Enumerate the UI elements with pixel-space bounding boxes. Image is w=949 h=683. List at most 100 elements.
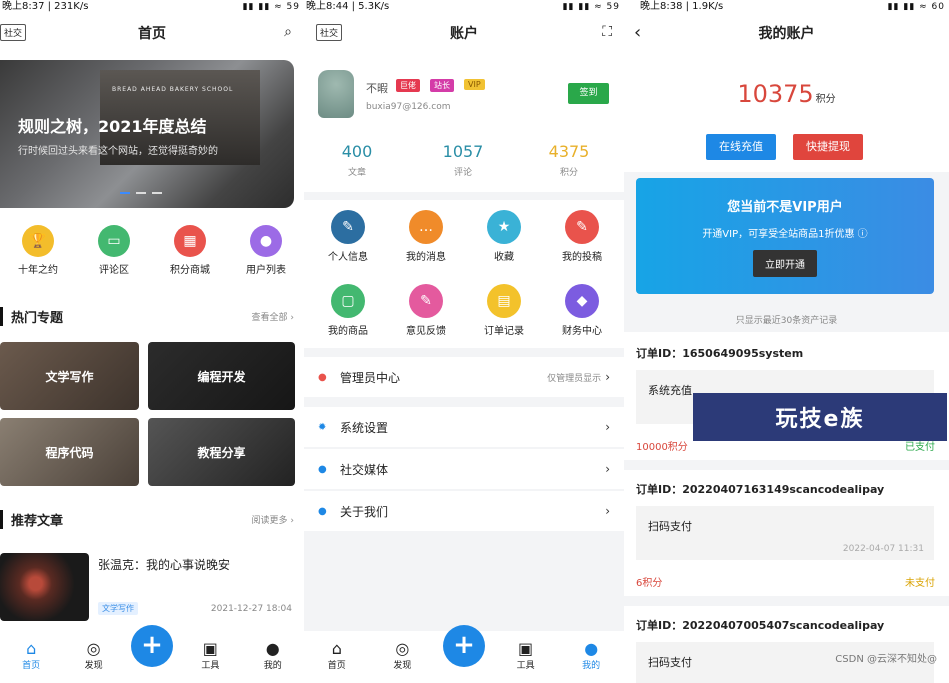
open-vip-button[interactable]: 立即开通	[753, 250, 817, 277]
hero-banner[interactable]: BREAD AHEAD BAKERY SCHOOL 规则之树，2021年度总结 …	[0, 60, 294, 208]
grid-item-messages[interactable]: … 我的消息	[386, 210, 466, 263]
records-note: 只显示最近30条资产记录	[735, 316, 838, 326]
order-points: 6积分	[636, 578, 663, 589]
settings-icon: ✹	[318, 421, 327, 433]
logo-overlay: 玩技e族	[693, 393, 947, 441]
diamond-icon: ◆	[565, 284, 599, 318]
tab-label: 首页	[327, 661, 346, 671]
tab-home[interactable]: ⌂ 首页	[6, 640, 56, 672]
balance-value: 10375	[737, 80, 814, 108]
vip-card: 您当前不是VIP用户 开通VIP，可享受全站商品1折优惠 ⓘ 立即开通	[636, 178, 934, 294]
compass-icon: ◎	[86, 639, 101, 658]
balance-card: 10375 积分 在线充值 快捷提现	[624, 52, 949, 172]
tab-label: 发现	[393, 661, 412, 671]
order-id: 订单ID：20220407163149scancodealipay	[636, 483, 885, 496]
topic-card[interactable]: 编程开发	[148, 342, 295, 410]
message-icon: …	[409, 210, 443, 244]
tab-label: 首页	[22, 661, 41, 671]
top-bar: ‹ 我的账户	[624, 14, 949, 52]
topic-label: 文学写作	[45, 369, 94, 384]
tab-label: 我的	[263, 661, 282, 671]
article-date: 2021-12-27 18:04	[210, 604, 292, 614]
grid-label: 我的投稿	[562, 252, 602, 263]
quick-link[interactable]: ▦ 积分商城	[152, 225, 228, 276]
order-record: 订单ID：20220407005407scancodealipay 扫码支付	[624, 606, 949, 683]
stat-comments[interactable]: 1057 评论	[410, 142, 516, 178]
bottom-tab-bar: ⌂ 首页 ◎ 发现 + ▣ 工具 ● 我的	[0, 625, 304, 683]
topic-label: 编程开发	[197, 369, 246, 384]
search-icon[interactable]: ⌕	[284, 24, 292, 40]
tab-discover[interactable]: ◎ 发现	[377, 640, 427, 672]
topic-label: 程序代码	[45, 445, 94, 460]
banner-subtitle: 行时候回过头来看这个网站，还觉得挺奇妙的	[18, 146, 218, 157]
tab-discover[interactable]: ◎ 发现	[69, 639, 119, 672]
menu-label: 系统设置	[340, 420, 389, 435]
section-title: 推荐文章	[0, 509, 63, 529]
menu-hint: 仅管理员显示	[547, 373, 602, 384]
grid-item-feedback[interactable]: ✎ 意见反馈	[386, 284, 466, 337]
quick-link[interactable]: ▭ 评论区	[76, 225, 152, 276]
person-icon: ●	[584, 639, 599, 658]
view-all-link[interactable]: 查看全部 ›	[252, 310, 294, 323]
profile-icon: ✎	[331, 210, 365, 244]
topic-card[interactable]: 程序代码	[0, 418, 139, 486]
csdn-watermark: CSDN @云深不知处@	[835, 654, 937, 665]
grid-item-orders[interactable]: ▤ 订单记录	[464, 284, 544, 337]
avatar[interactable]	[318, 70, 354, 118]
quick-link-label: 用户列表	[246, 265, 286, 276]
grid-item-finance[interactable]: ◆ 财务中心	[542, 284, 622, 337]
grid-item-posts[interactable]: ✎ 我的投稿	[542, 210, 622, 263]
stat-value: 400	[341, 142, 373, 161]
article-thumbnail[interactable]	[0, 553, 89, 621]
grid-label: 我的消息	[406, 252, 446, 263]
quick-link[interactable]: 🏆 十年之约	[0, 225, 76, 276]
grid-item-goods[interactable]: ▢ 我的商品	[308, 284, 388, 337]
stat-points[interactable]: 4375 积分	[516, 142, 622, 178]
grid-label: 意见反馈	[406, 326, 446, 337]
withdraw-button[interactable]: 快捷提现	[793, 134, 863, 160]
stat-value: 4375	[548, 142, 590, 161]
back-icon[interactable]: ‹	[634, 22, 641, 43]
profile-card: 不暇 巨佬 站长 VIP buxia97@126.com 签到 400 文章 10…	[304, 52, 624, 192]
grid-label: 订单记录	[484, 326, 524, 337]
bottom-tab-bar: ⌂ 首页 ◎ 发现 + ▣ 工具 ● 我的	[304, 625, 624, 683]
menu-label: 关于我们	[340, 504, 389, 519]
add-button[interactable]: +	[130, 625, 173, 667]
tab-label: 工具	[201, 661, 220, 671]
comment-icon: ▭	[98, 225, 130, 257]
page-title: 账户	[450, 26, 478, 42]
tab-label: 工具	[516, 661, 535, 671]
add-button[interactable]: +	[442, 625, 485, 667]
grid-label: 财务中心	[562, 326, 602, 337]
tab-tools[interactable]: ▣ 工具	[185, 640, 235, 672]
topic-card[interactable]: 文学写作	[0, 342, 139, 410]
social-tag[interactable]: 社交	[0, 24, 27, 41]
menu-social[interactable]: ● 社交媒体 ›	[304, 449, 624, 489]
pen-icon: ✎	[565, 210, 599, 244]
topic-card[interactable]: 教程分享	[148, 418, 295, 486]
scan-icon[interactable]: ⛶	[602, 24, 612, 40]
menu-admin[interactable]: ● 管理员中心 仅管理员显示 ›	[304, 357, 624, 397]
tab-home[interactable]: ⌂ 首页	[312, 640, 362, 672]
tab-mine[interactable]: ● 我的	[566, 639, 616, 672]
social-tag[interactable]: 社交	[316, 24, 343, 41]
quick-link-label: 十年之约	[18, 265, 58, 276]
stat-label: 评论	[453, 168, 472, 178]
article-title[interactable]: 张温克：我的心事说晚安	[98, 556, 230, 573]
tab-tools[interactable]: ▣ 工具	[501, 640, 551, 672]
article-tag[interactable]: 文学写作	[98, 602, 138, 615]
order-body[interactable]: 扫码支付 2022-04-07 11:31	[636, 506, 934, 560]
tab-label: 发现	[84, 661, 103, 671]
stat-articles[interactable]: 400 文章	[304, 142, 410, 178]
grid-item-profile[interactable]: ✎ 个人信息	[308, 210, 388, 263]
chevron-right-icon: ›	[605, 370, 610, 384]
tab-mine[interactable]: ● 我的	[248, 640, 298, 672]
quick-link[interactable]: ● 用户列表	[228, 225, 304, 276]
recharge-button[interactable]: 在线充值	[706, 134, 776, 160]
grid-item-favorites[interactable]: ★ 收藏	[464, 210, 544, 263]
read-more-link[interactable]: 阅读更多 ›	[252, 513, 294, 526]
account-screen: 晚上8:44 | 5.3K/s ▮▮ ▮▮ ≈ 59 社交 账户 ⛶ 不暇 巨佬…	[304, 0, 624, 683]
menu-about[interactable]: ● 关于我们 ›	[304, 491, 624, 531]
signin-button[interactable]: 签到	[568, 83, 609, 104]
menu-settings[interactable]: ✹ 系统设置 ›	[304, 407, 624, 447]
